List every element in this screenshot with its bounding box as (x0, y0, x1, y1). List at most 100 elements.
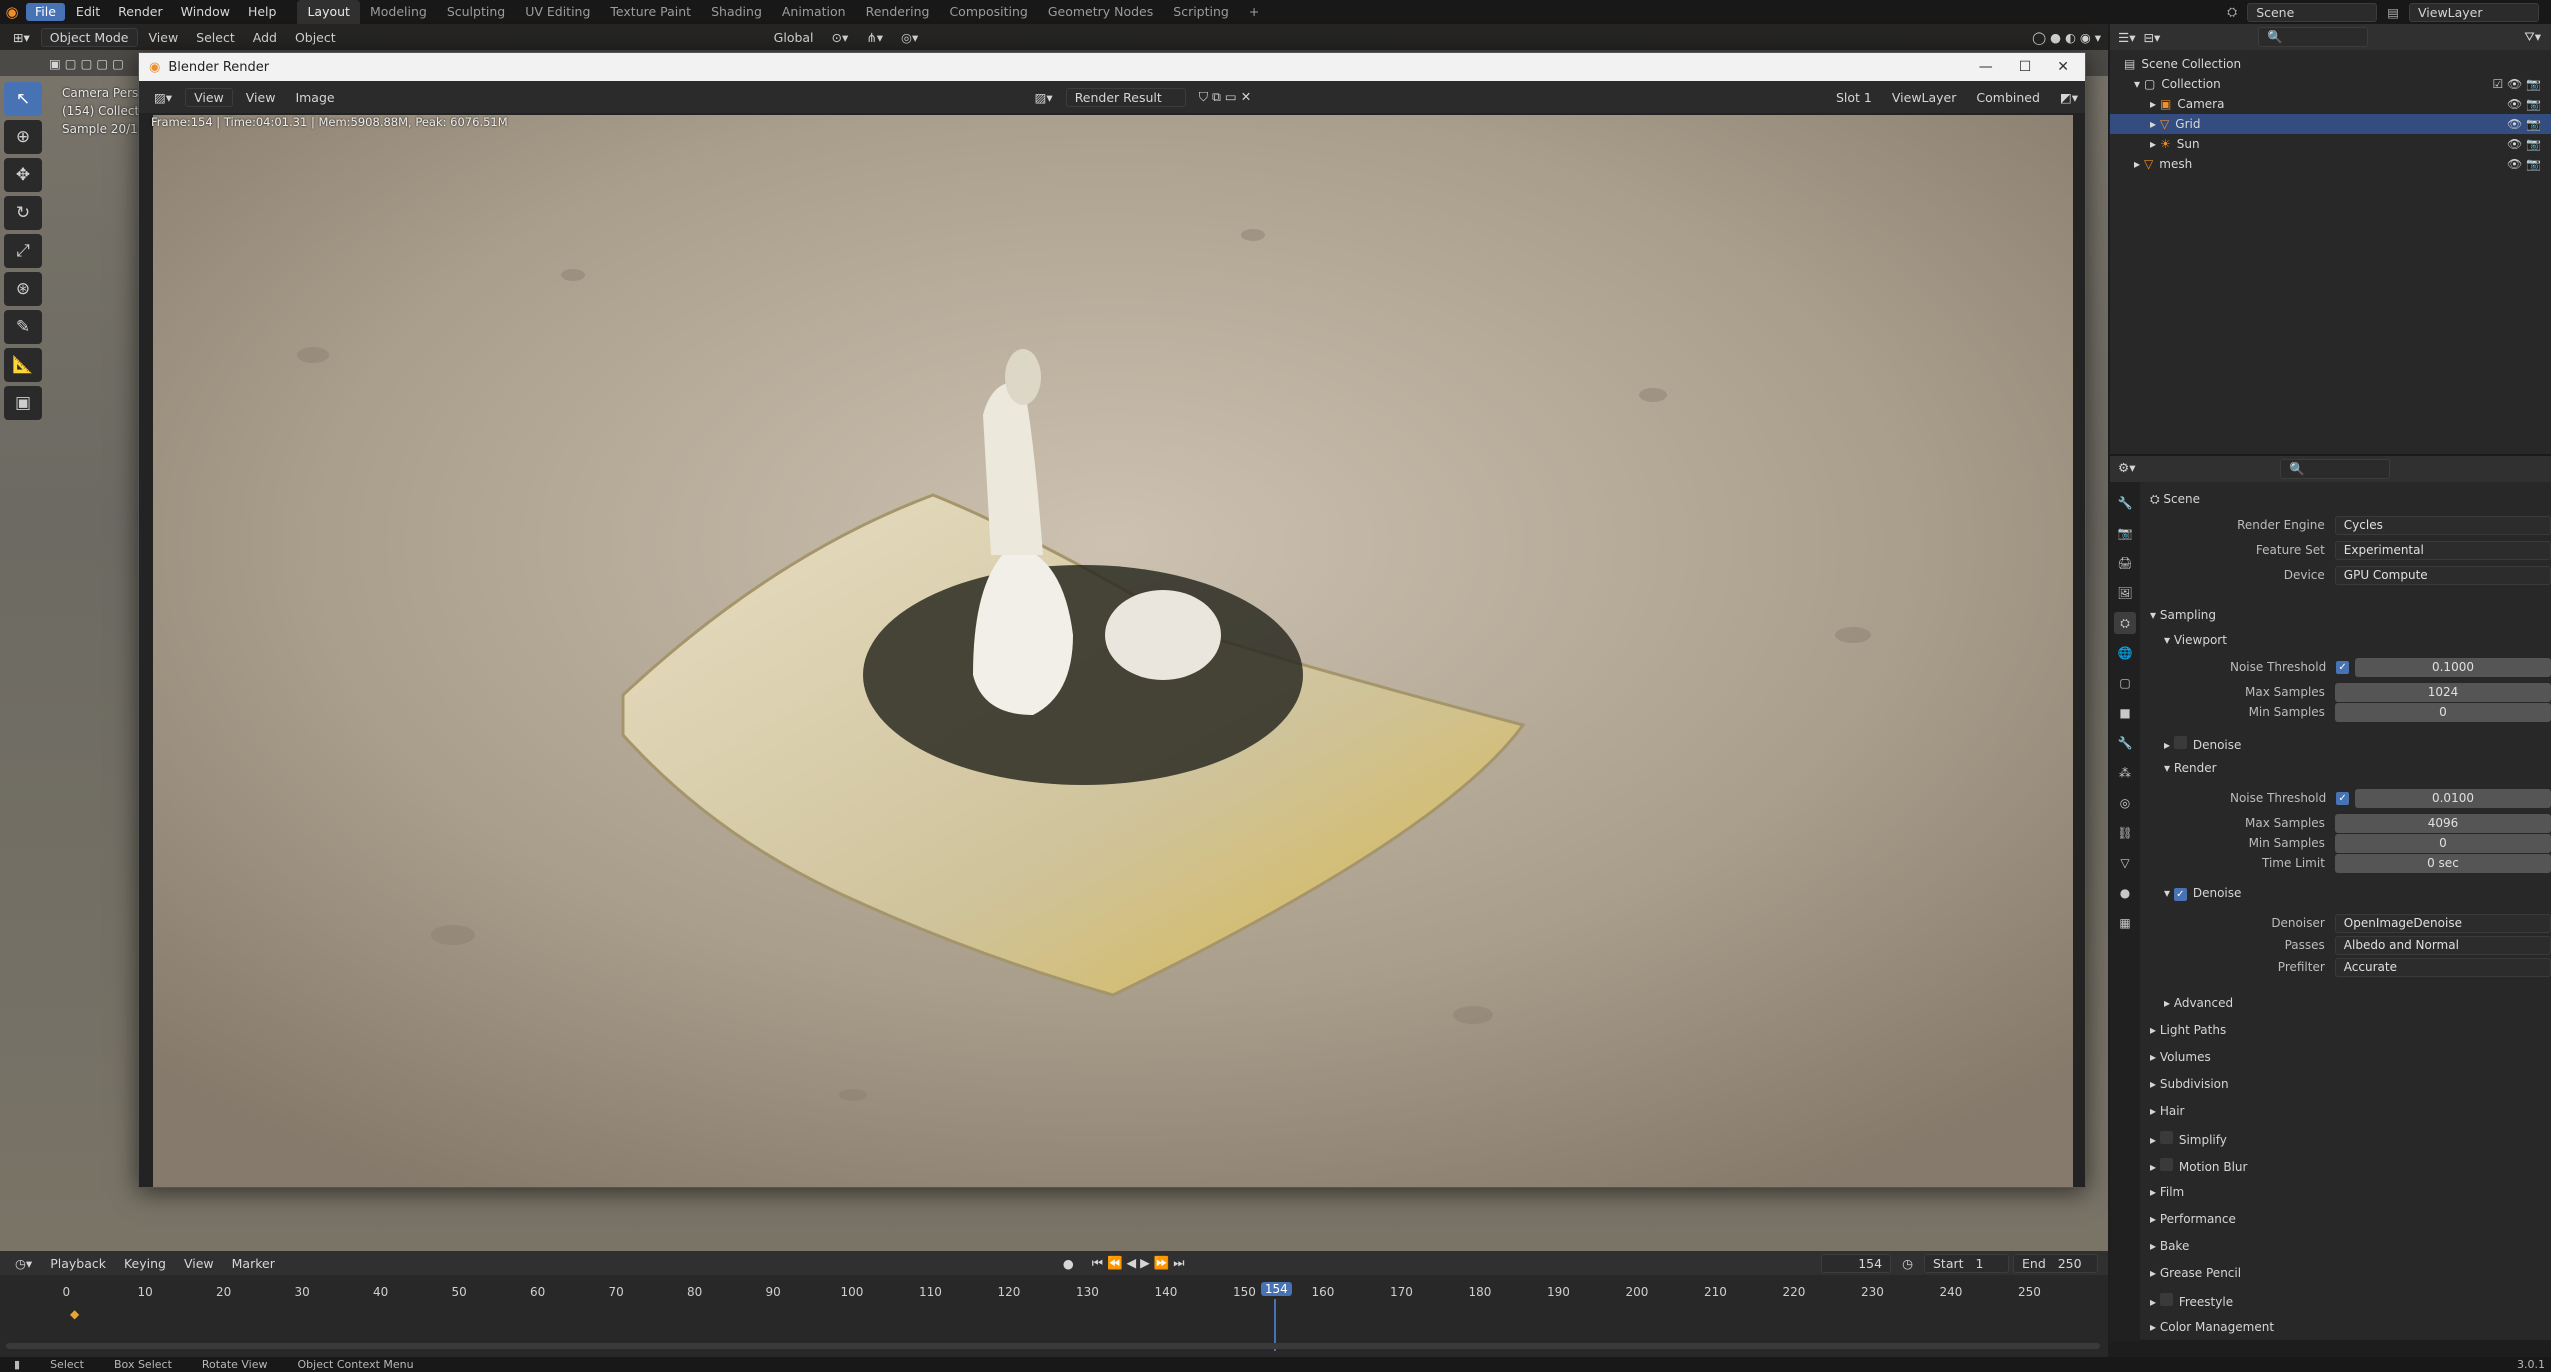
vp-denoise-subpanel[interactable]: ▸ Denoise (2164, 736, 2241, 752)
vp-menu-add[interactable]: Add (246, 28, 284, 47)
editor-type-icon[interactable]: ☰▾ (2118, 30, 2135, 45)
snap-icon[interactable]: ⋔▾ (859, 28, 890, 47)
panel-hair[interactable]: ▸ Hair (2150, 1104, 2185, 1118)
annotate-tool-icon[interactable]: ✎ (4, 310, 42, 344)
outliner-item-sun[interactable]: ▸ ☀ Sun 👁 📷 (2110, 134, 2551, 154)
add-cube-tool-icon[interactable]: ▣ (4, 386, 42, 420)
display-mode-icon[interactable]: ⊟▾ (2143, 30, 2160, 45)
data-tab-icon[interactable]: ▽ (2114, 852, 2136, 874)
sampling-panel-header[interactable]: ▾ Sampling (2150, 608, 2216, 622)
current-frame-field[interactable]: 154 (1821, 1253, 1892, 1273)
modifier-tab-icon[interactable]: 🔧 (2114, 732, 2136, 754)
editor-type-icon[interactable]: ◷▾ (8, 1254, 39, 1273)
close-icon[interactable]: ✕ (2057, 59, 2069, 75)
menu-window[interactable]: Window (172, 0, 239, 24)
panel-grease-pencil[interactable]: ▸ Grease Pencil (2150, 1266, 2241, 1280)
panel-volumes[interactable]: ▸ Volumes (2150, 1050, 2211, 1064)
panel-color-management[interactable]: ▸ Color Management (2150, 1320, 2274, 1334)
passes-dropdown[interactable]: Albedo and Normal (2334, 935, 2551, 955)
view-mode-dropdown[interactable]: View (185, 87, 233, 107)
measure-tool-icon[interactable]: 📐 (4, 348, 42, 382)
vp-min-samples-field[interactable]: 0 (2334, 702, 2551, 722)
tl-menu-marker[interactable]: Marker (225, 1254, 282, 1273)
r-denoise-subpanel[interactable]: ▾ ✓ Denoise (2164, 886, 2241, 901)
maximize-icon[interactable]: ☐ (2019, 59, 2032, 75)
render-tab-icon[interactable]: 📷 (2114, 522, 2136, 544)
constraints-tab-icon[interactable]: ⛓ (2114, 822, 2136, 844)
viewport-subpanel-header[interactable]: ▾ Viewport (2164, 633, 2227, 647)
render-pass-dropdown[interactable]: Combined (1969, 88, 2047, 107)
panel-subdivision[interactable]: ▸ Subdivision (2150, 1077, 2229, 1091)
proportional-edit-icon[interactable]: ◎▾ (894, 28, 925, 47)
menu-file[interactable]: File (26, 3, 65, 21)
feature-set-dropdown[interactable]: Experimental (2334, 540, 2551, 560)
time-limit-field[interactable]: 0 sec (2334, 853, 2551, 873)
panel-motion-blur[interactable]: ▸ Motion Blur (2150, 1158, 2247, 1174)
tool-tab-icon[interactable]: 🔧 (2114, 492, 2136, 514)
tab-shading[interactable]: Shading (701, 0, 772, 24)
record-icon[interactable]: ● (1056, 1254, 1081, 1273)
image-browse-icon[interactable]: ▨▾ (1028, 88, 1060, 107)
view-layer-tab-icon[interactable]: 🖼 (2114, 582, 2136, 604)
tab-scripting[interactable]: Scripting (1163, 0, 1239, 24)
tl-menu-view[interactable]: View (177, 1254, 221, 1273)
editor-type-icon[interactable]: ⊞▾ (6, 28, 37, 47)
editor-type-icon[interactable]: ▨▾ (147, 88, 179, 107)
object-tab-icon[interactable]: ■ (2114, 702, 2136, 724)
outliner-scene-collection[interactable]: ▤ Scene Collection (2110, 54, 2551, 74)
scene-selector[interactable]: Scene (2247, 2, 2378, 22)
panel-light-paths[interactable]: ▸ Light Paths (2150, 1023, 2226, 1037)
render-subpanel-header[interactable]: ▾ Render (2164, 761, 2217, 775)
tab-uv-editing[interactable]: UV Editing (515, 0, 600, 24)
transform-tool-icon[interactable]: ⊛ (4, 272, 42, 306)
render-result-image[interactable] (153, 115, 2073, 1187)
tab-rendering[interactable]: Rendering (856, 0, 940, 24)
pivot-icon[interactable]: ⊙▾ (825, 28, 856, 47)
panel-performance[interactable]: ▸ Performance (2150, 1212, 2236, 1226)
image-actions-icons[interactable]: ⛉ ⧉ ▭ ✕ (1192, 87, 1259, 107)
panel-freestyle[interactable]: ▸ Freestyle (2150, 1293, 2233, 1309)
rotate-tool-icon[interactable]: ↻ (4, 196, 42, 230)
editor-type-icon[interactable]: ⚙▾ (2118, 460, 2135, 475)
cursor-tool-icon[interactable]: ⊕ (4, 120, 42, 154)
image-menu-image[interactable]: Image (288, 88, 341, 107)
slot-dropdown[interactable]: Slot 1 (1829, 88, 1879, 107)
material-tab-icon[interactable]: ● (2114, 882, 2136, 904)
outliner-item-camera[interactable]: ▸ ▣ Camera 👁 📷 (2110, 94, 2551, 114)
device-dropdown[interactable]: GPU Compute (2334, 565, 2551, 585)
menu-render[interactable]: Render (109, 0, 172, 24)
vp-max-samples-field[interactable]: 1024 (2334, 682, 2551, 702)
r-noise-field[interactable]: 0.0100 (2354, 788, 2551, 808)
vp-denoise-checkbox[interactable] (2173, 736, 2187, 749)
scale-tool-icon[interactable]: ⤢ (4, 234, 42, 268)
menu-edit[interactable]: Edit (67, 0, 109, 24)
visibility-toggles[interactable]: 👁 📷 (2507, 97, 2541, 111)
render-engine-dropdown[interactable]: Cycles (2334, 515, 2551, 535)
particles-tab-icon[interactable]: ⁂ (2114, 762, 2136, 784)
r-max-samples-field[interactable]: 4096 (2334, 813, 2551, 833)
blender-logo-icon[interactable]: ◉ (0, 0, 24, 24)
playback-controls-icons[interactable]: ⏮ ⏪ ◀ ▶ ⏩ ⏭ (1085, 1253, 1192, 1273)
r-denoise-checkbox[interactable]: ✓ (2173, 888, 2187, 901)
outliner-item-mesh[interactable]: ▸ ▽ mesh 👁 📷 (2110, 154, 2551, 174)
scene-tab-icon[interactable]: ⛭ (2114, 612, 2136, 634)
current-frame-indicator[interactable]: 154 (1260, 1282, 1292, 1296)
visibility-toggles[interactable]: 👁 📷 (2507, 117, 2541, 131)
expand-icon[interactable]: ▾ (2134, 77, 2140, 91)
image-name-field[interactable]: Render Result (1065, 87, 1186, 107)
display-channels-icon[interactable]: ◩▾ (2053, 88, 2085, 107)
panel-simplify[interactable]: ▸ Simplify (2150, 1131, 2227, 1147)
texture-tab-icon[interactable]: ▦ (2114, 912, 2136, 934)
outliner-search-input[interactable]: 🔍 (2258, 27, 2369, 47)
plus-icon[interactable]: + (1239, 0, 1269, 24)
filter-icon[interactable]: ⛛▾ (2524, 29, 2551, 45)
prefilter-dropdown[interactable]: Accurate (2334, 957, 2551, 977)
outliner-item-collection[interactable]: ▾ ▢ Collection ☑ 👁 📷 (2110, 74, 2551, 94)
expand-icon[interactable]: ▸ (2134, 157, 2140, 171)
tab-layout[interactable]: Layout (297, 0, 360, 24)
tab-modeling[interactable]: Modeling (360, 0, 437, 24)
timeline-scrollbar[interactable] (6, 1343, 2100, 1349)
panel-bake[interactable]: ▸ Bake (2150, 1239, 2189, 1253)
object-mode-dropdown[interactable]: Object Mode (40, 27, 138, 47)
world-tab-icon[interactable]: 🌐 (2114, 642, 2136, 664)
